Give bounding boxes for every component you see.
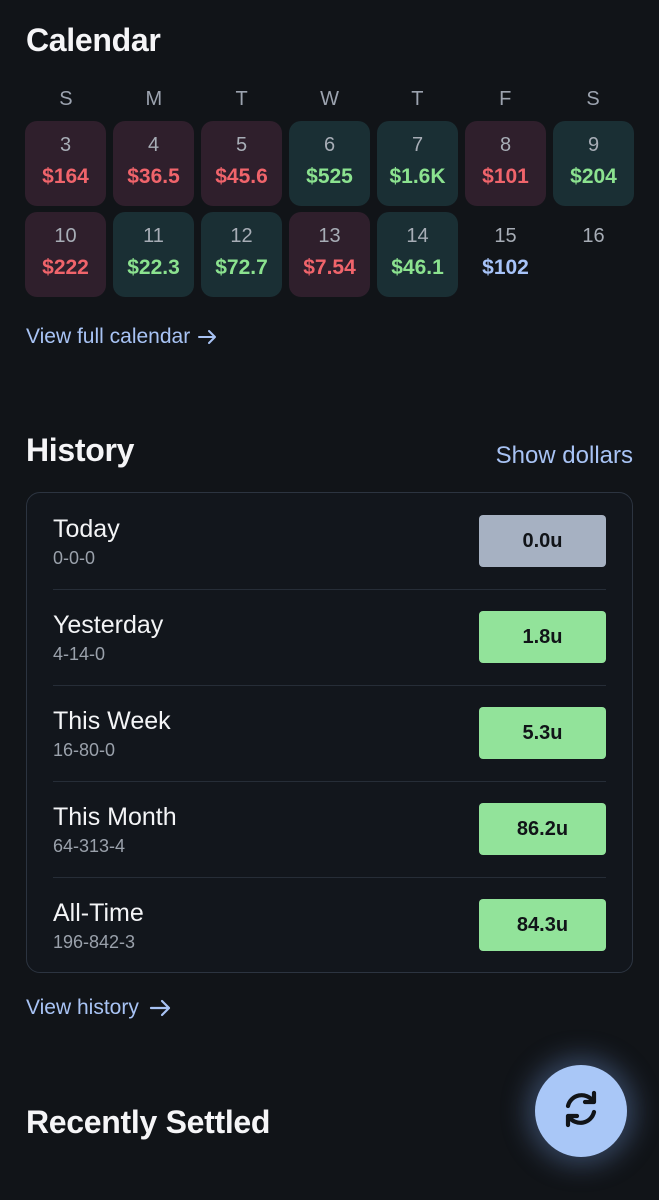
view-full-calendar-link[interactable]: View full calendar <box>26 325 218 349</box>
day-number: 4 <box>147 134 160 156</box>
day-amount: $164 <box>42 165 89 188</box>
calendar-day[interactable]: 7 $1.6K <box>377 121 458 206</box>
calendar-day[interactable]: 16 <box>553 212 634 297</box>
recently-settled-title: Recently Settled <box>26 1104 271 1140</box>
day-number: 10 <box>54 225 77 247</box>
weekday-label: M <box>145 88 163 110</box>
calendar-day[interactable]: 15 $102 <box>465 212 546 297</box>
history-row-this-week[interactable]: This Week 16-80-0 5.3u <box>53 685 606 782</box>
history-record: 16-80-0 <box>53 740 116 760</box>
day-number: 15 <box>494 225 517 247</box>
day-amount: $101 <box>482 165 529 188</box>
day-number: 12 <box>230 225 253 247</box>
history-period-label: This Month <box>53 803 177 831</box>
day-amount <box>553 255 634 281</box>
view-history-link[interactable]: View history <box>26 996 173 1020</box>
calendar-day[interactable]: 12 $72.7 <box>201 212 282 297</box>
calendar-day[interactable]: 6 $525 <box>289 121 370 206</box>
day-amount: $46.1 <box>391 256 444 279</box>
units-badge: 5.3u <box>479 707 606 759</box>
show-dollars-toggle[interactable]: Show dollars <box>496 442 633 470</box>
calendar-day[interactable]: 10 $222 <box>25 212 106 297</box>
history-record: 64-313-4 <box>53 836 126 856</box>
history-period-label: All-Time <box>53 899 144 927</box>
history-record: 4-14-0 <box>53 644 106 664</box>
units-badge: 84.3u <box>479 899 606 951</box>
units-badge: 86.2u <box>479 803 606 855</box>
history-card: Today 0-0-0 0.0u Yesterday 4-14-0 1.8u T… <box>26 492 633 973</box>
weekday-label: F <box>499 88 512 110</box>
weekday-label: S <box>59 88 73 110</box>
calendar-day[interactable]: 11 $22.3 <box>113 212 194 297</box>
history-row-today[interactable]: Today 0-0-0 0.0u <box>53 493 606 590</box>
view-history-label: View history <box>26 996 139 1019</box>
history-row-yesterday[interactable]: Yesterday 4-14-0 1.8u <box>53 589 606 686</box>
day-amount: $1.6K <box>389 165 446 188</box>
history-row-all-time[interactable]: All-Time 196-842-3 84.3u <box>53 877 606 973</box>
calendar-day[interactable]: 8 $101 <box>465 121 546 206</box>
day-number: 8 <box>499 134 512 156</box>
weekday-label: W <box>320 88 339 110</box>
day-amount: $7.54 <box>303 256 356 279</box>
history-record: 196-842-3 <box>53 932 136 952</box>
weekday-label: S <box>586 88 600 110</box>
day-number: 7 <box>411 134 424 156</box>
history-title: History <box>26 432 135 468</box>
day-number: 6 <box>323 134 336 156</box>
day-amount: $36.5 <box>127 165 180 188</box>
day-number: 11 <box>143 225 164 247</box>
day-amount: $45.6 <box>215 165 268 188</box>
day-amount: $72.7 <box>215 256 268 279</box>
units-badge: 1.8u <box>479 611 606 663</box>
weekday-label: T <box>235 88 248 110</box>
day-number: 14 <box>406 225 429 247</box>
app-screen: Calendar S M T W T F S 3 $164 4 $36.5 5 … <box>0 0 659 1200</box>
history-period-label: This Week <box>53 707 171 735</box>
history-row-this-month[interactable]: This Month 64-313-4 86.2u <box>53 781 606 878</box>
weekday-label: T <box>411 88 424 110</box>
day-number: 16 <box>582 225 605 247</box>
calendar-week-row: 10 $222 11 $22.3 12 $72.7 13 $7.54 14 $4… <box>25 212 637 297</box>
view-full-calendar-label: View full calendar <box>26 325 191 348</box>
calendar-week-row: 3 $164 4 $36.5 5 $45.6 6 $525 7 $1.6K 8 … <box>25 121 637 206</box>
arrow-right-icon <box>198 329 218 345</box>
history-period-label: Yesterday <box>53 611 164 639</box>
calendar-day[interactable]: 13 $7.54 <box>289 212 370 297</box>
day-number: 3 <box>59 134 72 156</box>
day-amount: $102 <box>482 256 529 279</box>
refresh-button[interactable] <box>535 1065 627 1157</box>
day-amount: $222 <box>42 256 89 279</box>
history-record: 0-0-0 <box>53 548 96 568</box>
weekday-header: S M T W T F S <box>22 88 637 111</box>
refresh-icon <box>556 1084 606 1139</box>
arrow-right-icon <box>147 999 173 1017</box>
calendar-day[interactable]: 14 $46.1 <box>377 212 458 297</box>
day-amount: $525 <box>306 165 353 188</box>
day-number: 13 <box>318 225 341 247</box>
day-amount: $204 <box>570 165 617 188</box>
calendar-title: Calendar <box>26 22 161 58</box>
calendar-day[interactable]: 3 $164 <box>25 121 106 206</box>
calendar-day[interactable]: 5 $45.6 <box>201 121 282 206</box>
day-number: 9 <box>587 134 600 156</box>
history-period-label: Today <box>53 515 120 543</box>
calendar-grid: 3 $164 4 $36.5 5 $45.6 6 $525 7 $1.6K 8 … <box>25 121 637 303</box>
day-number: 5 <box>235 134 248 156</box>
calendar-day[interactable]: 9 $204 <box>553 121 634 206</box>
day-amount: $22.3 <box>127 256 180 279</box>
calendar-day[interactable]: 4 $36.5 <box>113 121 194 206</box>
units-badge: 0.0u <box>479 515 606 567</box>
